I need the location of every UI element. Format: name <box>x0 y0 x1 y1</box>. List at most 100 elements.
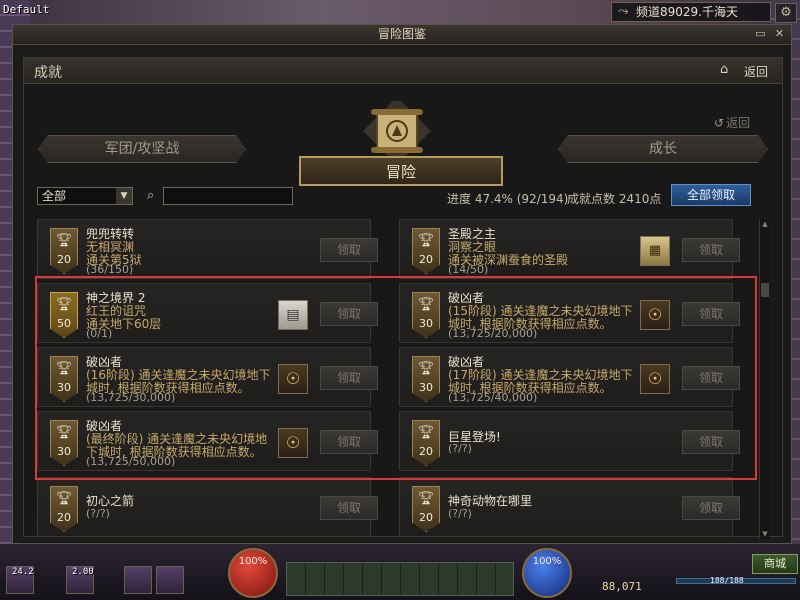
claim-button[interactable]: 领取 <box>320 238 378 262</box>
claim-button[interactable]: 领取 <box>682 302 740 326</box>
points-badge: 🏆︎ 30 <box>412 356 440 402</box>
channel-selector[interactable]: ⤳ 频道89029.千海天 <box>611 2 771 22</box>
points-value: 30 <box>57 445 71 458</box>
scroll-reward-icon[interactable]: ▤ <box>278 300 308 330</box>
points-value: 20 <box>57 511 71 524</box>
channel-label: 频道89029.千海天 <box>636 5 738 19</box>
category-filter-select[interactable]: 全部 ▼ <box>37 187 133 205</box>
window-title: 冒险图鉴 <box>377 27 426 41</box>
scroll-thumb[interactable] <box>761 283 769 297</box>
scroll-down-icon[interactable]: ▼ <box>760 529 770 539</box>
points-value: 30 <box>419 381 433 394</box>
filter-selected-value: 全部 <box>42 189 67 203</box>
emblem-reward-icon[interactable]: ☉ <box>640 300 670 330</box>
close-icon[interactable]: ✕ <box>773 28 786 41</box>
achievement-card: 🏆︎ 20 圣殿之主 洞察之眼 通关被深渊蚕食的圣殿 (14/50) ▦ 领取 <box>399 219 740 279</box>
panel-title: 成就 <box>34 65 62 81</box>
claim-button[interactable]: 领取 <box>682 430 740 454</box>
emblem-reward-icon[interactable]: ☉ <box>278 428 308 458</box>
list-scrollbar[interactable]: ▲ ▼ <box>759 219 769 539</box>
achievement-count: (13,725/40,000) <box>448 391 538 404</box>
trophy-icon: 🏆︎ <box>417 491 435 506</box>
achievement-card: 🏆︎ 20 巨星登场! (?/?) 领取 <box>399 411 740 471</box>
points-badge: 🏆︎ 30 <box>50 420 78 466</box>
achievement-count: (0/1) <box>86 327 113 340</box>
points-value: 20 <box>419 511 433 524</box>
gold-amount: 88,071 <box>602 580 642 593</box>
trophy-icon: 🏆︎ <box>417 233 435 248</box>
home-icon[interactable]: ⌂ <box>720 62 728 77</box>
emblem-reward-icon[interactable]: ☉ <box>278 364 308 394</box>
mp-text: 100% <box>532 556 562 567</box>
points-value: 30 <box>419 317 433 330</box>
trophy-icon: 🏆︎ <box>55 297 73 312</box>
claim-button[interactable]: 领取 <box>320 496 378 520</box>
trophy-icon: 🏆︎ <box>55 425 73 440</box>
quick-slot[interactable] <box>156 566 184 594</box>
tab-adventure[interactable]: 冒险 <box>299 156 503 186</box>
back-button[interactable]: 返回 <box>744 63 768 80</box>
points-badge: 🏆︎ 20 <box>412 420 440 466</box>
emblem-reward-icon[interactable]: ☉ <box>640 364 670 394</box>
channel-icon: ⤳ <box>618 4 629 19</box>
achievement-count: (?/?) <box>448 507 472 520</box>
points-value: 20 <box>419 253 433 266</box>
achievement-count: (36/150) <box>86 263 134 276</box>
quick-slot[interactable] <box>124 566 152 594</box>
points-value: 30 <box>57 381 71 394</box>
points-badge: 🏆︎ 20 <box>412 228 440 274</box>
shop-button[interactable]: 商城 <box>752 554 798 574</box>
hp-text: 100% <box>238 556 268 567</box>
achievement-card: 🏆︎ 30 破凶者 (15阶段) 通关逢魔之未央幻境地下 城时, 根据阶数获得相应… <box>399 283 740 343</box>
achievement-card: 🏆︎ 50 神之境界 2 红王的诅咒 通关地下60层 (0/1) ▤ 领取 <box>37 283 378 343</box>
profile-name: Default <box>3 3 50 16</box>
claim-all-button[interactable]: 全部领取 <box>671 184 751 206</box>
achievement-card: 🏆︎ 20 神奇动物在哪里 (?/?) 领取 <box>399 477 740 537</box>
trophy-icon: 🏆︎ <box>417 425 435 440</box>
inner-back-label: 返回 <box>726 116 751 130</box>
achievement-card: 🏆︎ 20 兜兜转转 无相冥渊 通关第5狱 (36/150) 领取 <box>37 219 378 279</box>
progress-text: 进度 47.4% (92/194) <box>447 192 569 206</box>
trophy-icon: 🏆︎ <box>417 361 435 376</box>
points-badge: 🏆︎ 30 <box>50 356 78 402</box>
achievement-count: (13,725/50,000) <box>86 455 176 468</box>
tab-legion-raid[interactable]: 军团/攻坚战 <box>38 135 246 163</box>
claim-button[interactable]: 领取 <box>320 366 378 390</box>
points-badge: 🏆︎ 30 <box>412 292 440 338</box>
slot-value: 2.00 <box>72 567 94 577</box>
search-icon: ⌕ <box>147 188 155 203</box>
panel-header: 成就 ⌂ 返回 <box>24 58 782 84</box>
skill-bar[interactable] <box>286 562 514 596</box>
claim-button[interactable]: 领取 <box>682 496 740 520</box>
settings-gear-icon[interactable]: ⚙ <box>775 3 797 23</box>
fatigue-text: 188/188 <box>710 576 744 585</box>
claim-button[interactable]: 领取 <box>320 302 378 326</box>
claim-button[interactable]: 领取 <box>682 238 740 262</box>
claim-button[interactable]: 领取 <box>682 366 740 390</box>
points-text: 成就点数 2410点 <box>567 192 662 206</box>
window-titlebar[interactable]: 冒险图鉴 ▭ ✕ <box>13 25 791 45</box>
minimize-icon[interactable]: ▭ <box>754 28 767 41</box>
achievement-card: 🏆︎ 30 破凶者 (17阶段) 通关逢魔之未央幻境地下 城时, 根据阶数获得相应… <box>399 347 740 407</box>
points-value: 50 <box>57 317 71 330</box>
achievement-count: (?/?) <box>448 442 472 455</box>
map-reward-icon[interactable]: ▦ <box>640 236 670 266</box>
trophy-icon: 🏆︎ <box>55 361 73 376</box>
search-input[interactable] <box>163 187 293 205</box>
achievement-card: 🏆︎ 30 破凶者 (16阶段) 通关逢魔之未央幻境地下 城时, 根据阶数获得相应… <box>37 347 378 407</box>
achievement-count: (14/50) <box>448 263 489 276</box>
points-badge: 🏆︎ 50 <box>50 292 78 338</box>
achievement-count: (13,725/20,000) <box>448 327 538 340</box>
scroll-up-icon[interactable]: ▲ <box>760 219 770 229</box>
chevron-down-icon: ▼ <box>116 188 132 204</box>
points-badge: 🏆︎ 20 <box>50 228 78 274</box>
trophy-icon: 🏆︎ <box>417 297 435 312</box>
claim-button[interactable]: 领取 <box>320 430 378 454</box>
trophy-icon: 🏆︎ <box>55 491 73 506</box>
points-badge: 🏆︎ 20 <box>412 486 440 532</box>
scroll-emblem-icon <box>363 101 431 161</box>
inner-back-button[interactable]: ↺ 返回 <box>714 114 750 131</box>
points-value: 20 <box>57 253 71 266</box>
achievement-card: 🏆︎ 20 初心之箭 (?/?) 领取 <box>37 477 378 537</box>
tab-growth[interactable]: 成长 <box>558 135 768 163</box>
